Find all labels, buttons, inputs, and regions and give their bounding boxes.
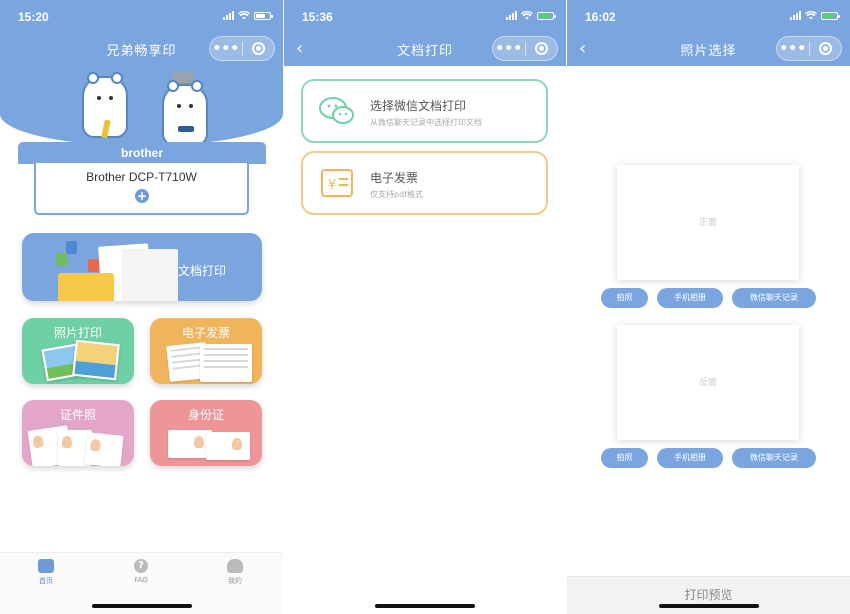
printer-selector[interactable]: Brother DCP-T710W + [34,163,249,215]
tab-home[interactable]: 首页 [26,559,66,586]
printer-name: Brother DCP-T710W [86,170,197,184]
close-target-icon[interactable] [242,42,274,55]
mini-program-capsule: ••• [209,36,275,61]
tab-home-label: 首页 [39,577,53,585]
wechat-doc-title: 选择微信文档打印 [370,99,467,113]
plus-icon[interactable]: + [135,189,149,203]
front-wechat-button[interactable]: 微信聊天记录 [732,288,816,308]
photo-illustration-2 [72,339,120,381]
signal-icon [506,11,517,20]
id-card-label: 身份证 [187,408,224,422]
invoice-illustration-2 [200,344,252,382]
front-image-slot[interactable]: 正面 [617,165,799,280]
back-image-slot[interactable]: 反面 [617,325,799,440]
home-indicator [91,604,192,608]
printer-brand-logo: brother [18,142,266,164]
status-icons [790,11,840,20]
front-source-buttons: 拍照 手机相册 微信聊天记录 [601,288,816,308]
home-indicator [375,604,475,608]
home-indicator [658,604,759,608]
wechat-icon [319,97,354,124]
status-time: 15:36 [302,10,333,24]
id-card-illustration-2 [206,432,250,460]
mini-program-capsule: ••• [776,36,842,61]
front-album-button[interactable]: 手机相册 [657,288,723,308]
print-tab-icon [38,559,54,573]
tab-faq[interactable]: ? FAQ [121,559,161,584]
doc-print-screen: 15:36 ‹ 文档打印 ••• 选择微信文档打印 从微信聊天记录中选择打印文档… [284,0,566,614]
invoice-label: 电子发票 [181,326,230,340]
print-preview-bar: 打印预览 [567,576,850,614]
doc-print-card[interactable]: 文档打印 [22,233,262,301]
profile-tab-icon [227,559,243,573]
status-icons [506,11,556,20]
tab-mine[interactable]: 我的 [215,559,255,586]
battery-icon [254,11,273,20]
signal-icon [790,11,801,20]
back-label: 反面 [698,378,717,388]
back-camera-button[interactable]: 拍照 [601,448,648,468]
front-label: 正面 [698,218,717,228]
print-preview-button[interactable]: 打印预览 [567,586,850,603]
tab-faq-label: FAQ [134,576,148,584]
more-icon[interactable]: ••• [493,39,525,59]
status-time: 16:02 [585,10,616,24]
document-illustration [52,239,178,301]
wifi-icon [805,11,817,20]
photo-print-card[interactable]: 照片打印 [22,318,134,384]
close-target-icon[interactable] [525,42,557,55]
status-time: 15:20 [18,10,49,24]
invoice-icon: ¥ [321,169,353,197]
bear-mascot-right [162,80,208,146]
doc-print-label: 文档打印 [178,264,227,278]
hero-banner [0,66,283,146]
id-card-card[interactable]: 身份证 [150,400,262,466]
battery-icon [821,11,840,20]
tab-bar: 首页 ? FAQ 我的 [0,552,283,614]
mini-program-capsule: ••• [492,36,558,61]
front-camera-button[interactable]: 拍照 [601,288,648,308]
photo-select-screen: 16:02 ‹ 照片选择 ••• 正面 拍照 手机相册 微信聊天记录 反面 拍照… [567,0,850,614]
wechat-doc-option[interactable]: 选择微信文档打印 从微信聊天记录中选择打印文档 [301,79,548,143]
nav-bar: 15:36 ‹ 文档打印 ••• [284,0,566,66]
id-photo-card[interactable]: 证件照 [22,400,134,466]
id-photo-label: 证件照 [59,408,96,422]
invoice-option-subtitle: 仅支持pdf格式 [370,190,423,199]
invoice-option[interactable]: ¥ 电子发票 仅支持pdf格式 [301,151,548,215]
faq-tab-icon: ? [134,559,148,573]
wechat-doc-subtitle: 从微信聊天记录中选择打印文档 [370,118,482,127]
resume-illustration-3 [84,432,124,466]
bear-mascot-left [82,72,128,139]
tab-mine-label: 我的 [228,577,242,585]
nav-bar: 15:20 兄弟畅享印 ••• [0,0,283,66]
close-target-icon[interactable] [809,42,841,55]
photo-print-label: 照片打印 [53,326,102,340]
wifi-icon [521,11,533,20]
nav-bar: 16:02 ‹ 照片选择 ••• [567,0,850,66]
status-icons [223,11,273,20]
battery-icon [537,11,556,20]
back-album-button[interactable]: 手机相册 [657,448,723,468]
home-screen: 15:20 兄弟畅享印 ••• brother Brother DCP-T710… [0,0,283,614]
back-wechat-button[interactable]: 微信聊天记录 [732,448,816,468]
svg-text:¥: ¥ [328,178,336,193]
more-icon[interactable]: ••• [210,39,242,59]
back-source-buttons: 拍照 手机相册 微信聊天记录 [601,448,816,468]
more-icon[interactable]: ••• [777,39,809,59]
wifi-icon [238,11,250,20]
invoice-card[interactable]: 电子发票 [150,318,262,384]
signal-icon [223,11,234,20]
invoice-option-title: 电子发票 [370,171,419,185]
app-screens: 15:20 兄弟畅享印 ••• brother Brother DCP-T710… [0,0,850,614]
